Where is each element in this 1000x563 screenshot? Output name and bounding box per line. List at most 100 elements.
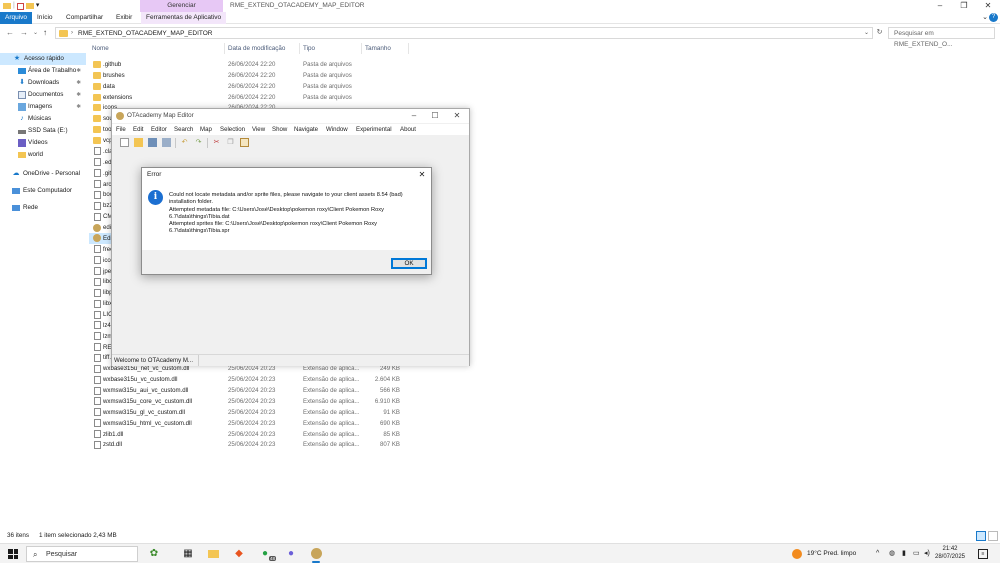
- menu-show[interactable]: Show: [272, 124, 287, 135]
- nav-item-documentos[interactable]: Documentos ✱: [0, 89, 86, 101]
- brave-browser-icon[interactable]: ◆: [231, 546, 247, 562]
- file-explorer-icon[interactable]: [205, 546, 221, 562]
- chevron-down-icon[interactable]: ▾: [36, 2, 40, 10]
- minimize-button[interactable]: –: [928, 0, 952, 12]
- map-editor-taskbar-icon[interactable]: [308, 546, 324, 563]
- menu-experimental[interactable]: Experimental: [356, 124, 392, 135]
- task-view-icon[interactable]: ▦: [180, 546, 196, 562]
- menu-view[interactable]: View: [252, 124, 265, 135]
- column-separator[interactable]: [361, 43, 362, 54]
- minimize-button[interactable]: –: [404, 109, 424, 123]
- whatsapp-icon[interactable]: ● 48: [257, 546, 276, 562]
- nav-item-onedrive[interactable]: ☁ OneDrive - Personal: [0, 168, 86, 180]
- redo-icon[interactable]: ↷: [194, 138, 203, 147]
- nav-item-downloads[interactable]: ⬇ Downloads ✱: [0, 77, 86, 89]
- file-row[interactable]: brushes 26/06/2024 22:20 Pasta de arquivos: [89, 70, 409, 81]
- file-row[interactable]: wxbase315u_vc_custom.dll 25/06/2024 20:23…: [89, 374, 409, 385]
- menu-file[interactable]: File: [116, 124, 126, 135]
- undo-icon[interactable]: ↶: [180, 138, 189, 147]
- maximize-button[interactable]: ☐: [425, 109, 445, 123]
- folder-icon: [93, 82, 101, 90]
- nav-item-ssd-sata[interactable]: SSD Sata (E:): [0, 125, 86, 137]
- file-row[interactable]: wxmsw315u_html_vc_custom.dll 25/06/2024 2…: [89, 418, 409, 429]
- network-icon[interactable]: ▭: [913, 546, 920, 562]
- column-header-size[interactable]: Tamanho: [365, 43, 391, 54]
- address-bar[interactable]: › RME_EXTEND_OTACADEMY_MAP_EDITOR ⌄: [55, 27, 873, 39]
- nav-item-musicas[interactable]: ♪ Músicas: [0, 113, 86, 125]
- nav-item-rede[interactable]: Rede: [0, 202, 86, 214]
- nav-item-este-computador[interactable]: Este Computador: [0, 185, 86, 197]
- chevron-down-icon[interactable]: ⌄: [864, 28, 869, 39]
- nav-item-world[interactable]: world: [0, 149, 86, 161]
- up-arrow-icon[interactable]: ↑: [43, 27, 47, 39]
- menu-edit[interactable]: Edit: [133, 124, 144, 135]
- column-header-date[interactable]: Data de modificação: [228, 43, 285, 54]
- volume-icon[interactable]: ◂): [924, 546, 930, 562]
- column-separator[interactable]: [299, 43, 300, 54]
- file-row[interactable]: data 26/06/2024 22:20 Pasta de arquivos: [89, 81, 409, 92]
- column-header-name[interactable]: Nome: [92, 43, 109, 54]
- search-input[interactable]: Pesquisar em RME_EXTEND_O...: [888, 27, 995, 48]
- column-separator[interactable]: [224, 43, 225, 54]
- nav-item-acesso-rapido[interactable]: ★ Acesso rápido: [0, 53, 86, 65]
- nav-item-videos[interactable]: Vídeos: [0, 137, 86, 149]
- menu-navigate[interactable]: Navigate: [294, 124, 318, 135]
- clock[interactable]: 21:42 28/07/2025: [930, 546, 970, 561]
- close-button[interactable]: ✕: [447, 109, 467, 123]
- file-row[interactable]: zlib1.dll 25/06/2024 20:23 Extensão de apl…: [89, 429, 409, 440]
- menu-window[interactable]: Window: [326, 124, 348, 135]
- taskbar-search-box[interactable]: ⌕ Pesquisar: [26, 546, 138, 562]
- restore-button[interactable]: ❐: [952, 0, 976, 12]
- close-icon[interactable]: ✕: [415, 168, 429, 182]
- save-as-icon[interactable]: [162, 138, 171, 147]
- new-file-icon[interactable]: [120, 138, 129, 147]
- open-folder-icon[interactable]: [134, 138, 143, 147]
- menu-editor[interactable]: Editor: [151, 124, 167, 135]
- chevron-right-icon[interactable]: ›: [71, 28, 73, 39]
- ok-button[interactable]: OK: [391, 258, 427, 269]
- save-icon[interactable]: [148, 138, 157, 147]
- cut-icon[interactable]: ✂: [212, 138, 221, 147]
- tab-inicio[interactable]: Início: [32, 12, 58, 24]
- column-separator[interactable]: [408, 43, 409, 54]
- tab-ferramentas-aplicativo[interactable]: Ferramentas de Aplicativo: [141, 12, 227, 24]
- properties-icon[interactable]: [16, 2, 24, 10]
- plant-widget-icon[interactable]: ✿: [146, 546, 162, 562]
- menu-map[interactable]: Map: [200, 124, 212, 135]
- details-view-button[interactable]: [976, 531, 986, 541]
- chevron-down-icon[interactable]: ⌄: [982, 12, 988, 24]
- file-row[interactable]: extensions 26/06/2024 22:20 Pasta de arqui…: [89, 92, 409, 103]
- large-icons-view-button[interactable]: [988, 531, 998, 541]
- windows-start-icon[interactable]: [8, 549, 18, 559]
- chevron-up-icon[interactable]: ^: [876, 546, 879, 562]
- notification-center-icon[interactable]: ≡: [978, 549, 988, 559]
- refresh-icon[interactable]: ↻: [874, 27, 885, 39]
- chevron-down-icon[interactable]: ⌄: [33, 27, 38, 39]
- tab-arquivo[interactable]: Arquivo: [0, 12, 33, 24]
- new-folder-icon[interactable]: [25, 3, 34, 9]
- close-button[interactable]: ✕: [976, 0, 1000, 12]
- menu-about[interactable]: About: [400, 124, 416, 135]
- file-row[interactable]: wxmsw315u_gl_vc_custom.dll 25/06/2024 20:…: [89, 407, 409, 418]
- folder-icon: [93, 137, 101, 145]
- address-path[interactable]: RME_EXTEND_OTACADEMY_MAP_EDITOR: [78, 28, 212, 39]
- tab-exibir[interactable]: Exibir: [111, 12, 137, 24]
- column-header-type[interactable]: Tipo: [303, 43, 315, 54]
- forward-arrow-icon[interactable]: →: [20, 27, 28, 39]
- copy-icon[interactable]: ❐: [226, 138, 235, 147]
- file-row[interactable]: zstd.dll 25/06/2024 20:23 Extensão de apli…: [89, 439, 409, 450]
- tab-compartilhar[interactable]: Compartilhar: [61, 12, 108, 24]
- security-icon[interactable]: ◍: [889, 546, 895, 562]
- back-arrow-icon[interactable]: ←: [6, 27, 14, 39]
- menu-selection[interactable]: Selection: [220, 124, 245, 135]
- microphone-icon[interactable]: ▮: [902, 546, 906, 562]
- file-row[interactable]: .github 26/06/2024 22:20 Pasta de arquivos: [89, 59, 409, 70]
- menu-search[interactable]: Search: [174, 124, 193, 135]
- paste-icon[interactable]: [240, 138, 249, 147]
- nav-item-imagens[interactable]: Imagens ✱: [0, 101, 86, 113]
- discord-icon[interactable]: ●: [283, 546, 299, 562]
- file-row[interactable]: wxmsw315u_aui_vc_custom.dll 25/06/2024 20…: [89, 385, 409, 396]
- nav-item-area-de-trabalho[interactable]: Área de Trabalho ✱: [0, 65, 86, 77]
- help-icon[interactable]: ?: [989, 13, 998, 22]
- file-row[interactable]: wxmsw315u_core_vc_custom.dll 25/06/2024 2…: [89, 396, 409, 407]
